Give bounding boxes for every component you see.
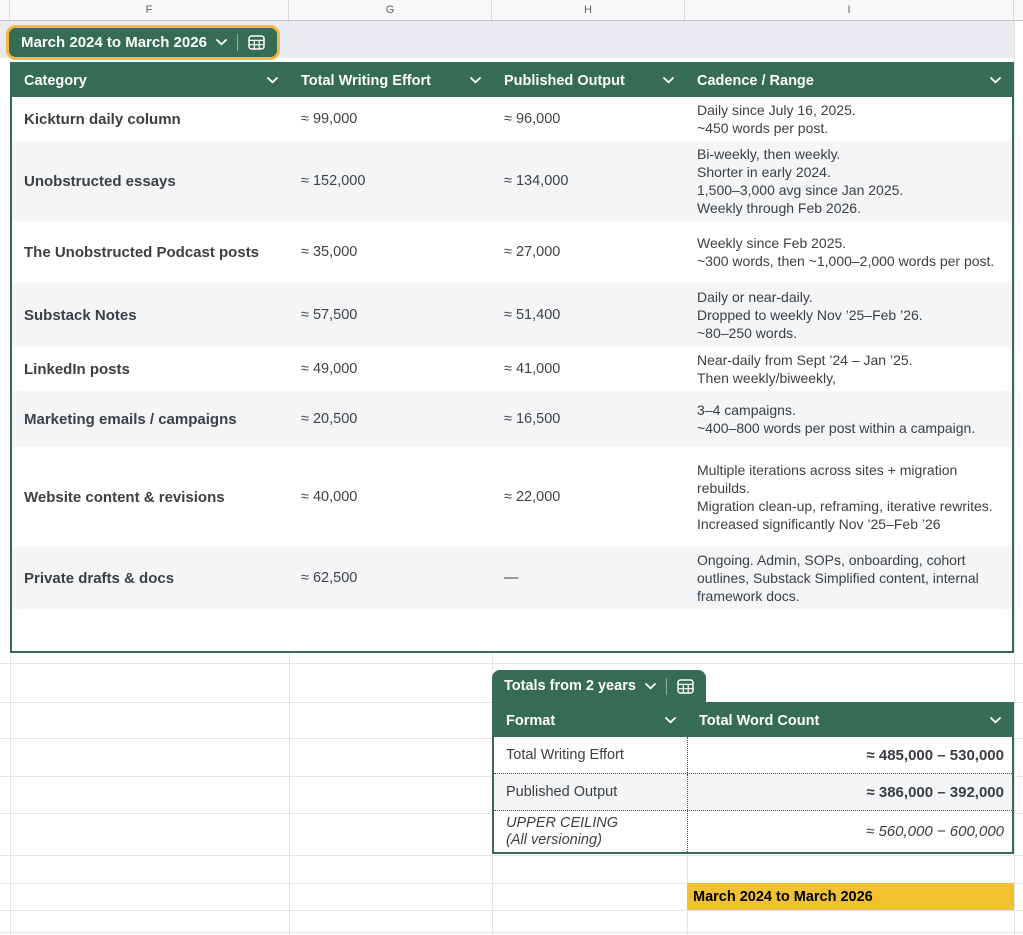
published-cell[interactable]: ≈ 134,000 [492, 169, 685, 193]
chevron-down-icon[interactable] [990, 77, 1001, 84]
table-row: Total Writing Effort ≈ 485,000 – 530,000 [494, 737, 1012, 773]
totals-table-header: Format Total Word Count [494, 704, 1012, 737]
header-cadence-range-label: Cadence / Range [697, 73, 814, 89]
format-cell[interactable]: UPPER CEILING (All versioning) [494, 811, 687, 852]
chevron-down-icon[interactable] [216, 39, 227, 46]
effort-cell[interactable]: ≈ 40,000 [289, 485, 492, 509]
table-row: LinkedIn posts ≈ 49,000 ≈ 41,000 Near-da… [12, 347, 1012, 391]
chevron-down-icon[interactable] [267, 77, 278, 84]
published-cell[interactable]: — [492, 566, 685, 590]
table-range-pill[interactable]: March 2024 to March 2026 [9, 28, 277, 57]
published-cell[interactable]: ≈ 41,000 [492, 357, 685, 381]
header-total-writing-effort-label: Total Writing Effort [301, 73, 431, 89]
header-published-output[interactable]: Published Output [492, 64, 685, 97]
effort-cell[interactable]: ≈ 20,500 [289, 407, 492, 431]
effort-cell[interactable]: ≈ 99,000 [289, 107, 492, 131]
category-cell[interactable]: Private drafts & docs [12, 566, 289, 591]
effort-cell[interactable]: ≈ 57,500 [289, 303, 492, 327]
word-count-cell[interactable]: ≈ 485,000 – 530,000 [687, 737, 1012, 773]
format-cell[interactable]: Total Writing Effort [494, 737, 687, 773]
header-published-output-label: Published Output [504, 73, 625, 89]
gridline [10, 647, 11, 935]
cadence-cell[interactable]: Near-daily from Sept ’24 – Jan ’25. Then… [685, 347, 1012, 391]
date-range-highlight-cell[interactable]: March 2024 to March 2026 [687, 883, 1014, 910]
table-row: Substack Notes ≈ 57,500 ≈ 51,400 Daily o… [12, 283, 1012, 347]
table-range-label: March 2024 to March 2026 [21, 34, 207, 51]
chevron-down-icon[interactable] [663, 77, 674, 84]
column-header-partial[interactable] [1014, 0, 1023, 20]
word-count-cell[interactable]: ≈ 560,000 − 600,000 [687, 811, 1012, 852]
table-grid-icon[interactable] [677, 679, 694, 694]
cadence-cell[interactable]: Bi-weekly, then weekly. Shorter in early… [685, 141, 1012, 221]
column-header-strip: F G H I [0, 0, 1023, 21]
header-category-label: Category [24, 73, 87, 89]
range-pill-highlight: March 2024 to March 2026 [6, 25, 280, 60]
column-header-I[interactable]: I [685, 0, 1014, 20]
totals-table: Format Total Word Count Total Writing Ef… [492, 702, 1014, 854]
table-row: Marketing emails / campaigns ≈ 20,500 ≈ … [12, 391, 1012, 447]
effort-cell[interactable]: ≈ 62,500 [289, 566, 492, 590]
cadence-cell[interactable]: Ongoing. Admin, SOPs, onboarding, cohort… [685, 547, 1012, 609]
table-row: Website content & revisions ≈ 40,000 ≈ 2… [12, 447, 1012, 547]
category-cell[interactable]: Substack Notes [12, 303, 289, 328]
word-count-cell[interactable]: ≈ 386,000 – 392,000 [687, 774, 1012, 810]
spreadsheet-screen: F G H I March 2024 to March 2026 Cat [0, 0, 1023, 935]
table-row: Unobstructed essays ≈ 152,000 ≈ 134,000 … [12, 141, 1012, 221]
header-category[interactable]: Category [12, 64, 289, 97]
column-header-F[interactable]: F [10, 0, 289, 20]
category-cell[interactable]: LinkedIn posts [12, 357, 289, 382]
published-cell[interactable]: ≈ 16,500 [492, 407, 685, 431]
header-total-word-count-label: Total Word Count [699, 713, 819, 729]
published-cell[interactable]: ≈ 51,400 [492, 303, 685, 327]
chevron-down-icon[interactable] [665, 717, 676, 724]
gridline [0, 932, 1023, 933]
gridline [0, 855, 1023, 856]
chevron-down-icon[interactable] [470, 77, 481, 84]
empty-table-row[interactable] [12, 609, 1012, 651]
format-cell[interactable]: Published Output [494, 774, 687, 810]
published-cell[interactable]: ≈ 27,000 [492, 240, 685, 264]
effort-cell[interactable]: ≈ 152,000 [289, 169, 492, 193]
cadence-cell[interactable]: 3–4 campaigns. ~400–800 words per post w… [685, 397, 1012, 441]
column-header-G[interactable]: G [289, 0, 492, 20]
writing-effort-table-header: Category Total Writing Effort Published … [12, 64, 1012, 97]
category-cell[interactable]: Marketing emails / campaigns [12, 407, 289, 432]
gridline [289, 647, 290, 935]
category-cell[interactable]: Unobstructed essays [12, 169, 289, 194]
column-header-H[interactable]: H [492, 0, 685, 20]
column-header-spacer [0, 0, 10, 20]
category-cell[interactable]: The Unobstructed Podcast posts [12, 240, 289, 265]
gridline [1014, 0, 1015, 935]
cadence-cell[interactable]: Multiple iterations across sites + migra… [685, 457, 1012, 537]
cadence-cell[interactable]: Weekly since Feb 2025. ~300 words, then … [685, 230, 1012, 274]
header-format[interactable]: Format [494, 704, 687, 737]
category-cell[interactable]: Website content & revisions [12, 485, 289, 510]
table-row: Private drafts & docs ≈ 62,500 — Ongoing… [12, 547, 1012, 609]
pill-divider [666, 678, 667, 695]
gridline [0, 663, 1023, 664]
totals-table-label: Totals from 2 years [504, 678, 636, 694]
header-cadence-range[interactable]: Cadence / Range [685, 64, 1012, 97]
effort-cell[interactable]: ≈ 49,000 [289, 357, 492, 381]
totals-table-pill[interactable]: Totals from 2 years [492, 670, 706, 702]
pill-divider [237, 34, 238, 51]
table-row: UPPER CEILING (All versioning) ≈ 560,000… [494, 810, 1012, 852]
chevron-down-icon[interactable] [645, 683, 656, 690]
category-cell[interactable]: Kickturn daily column [12, 107, 289, 132]
table-grid-icon[interactable] [248, 35, 265, 50]
cadence-cell[interactable]: Daily or near-daily. Dropped to weekly N… [685, 284, 1012, 346]
header-format-label: Format [506, 713, 555, 729]
header-total-word-count[interactable]: Total Word Count [687, 704, 1012, 737]
table-row: Kickturn daily column ≈ 99,000 ≈ 96,000 … [12, 97, 1012, 141]
table-row: Published Output ≈ 386,000 – 392,000 [494, 773, 1012, 810]
writing-effort-table: Category Total Writing Effort Published … [10, 62, 1014, 653]
table-row: The Unobstructed Podcast posts ≈ 35,000 … [12, 221, 1012, 283]
effort-cell[interactable]: ≈ 35,000 [289, 240, 492, 264]
cadence-cell[interactable]: Daily since July 16, 2025. ~450 words pe… [685, 97, 1012, 141]
header-total-writing-effort[interactable]: Total Writing Effort [289, 64, 492, 97]
gridline [0, 910, 1023, 911]
published-cell[interactable]: ≈ 96,000 [492, 107, 685, 131]
published-cell[interactable]: ≈ 22,000 [492, 485, 685, 509]
chevron-down-icon[interactable] [990, 717, 1001, 724]
